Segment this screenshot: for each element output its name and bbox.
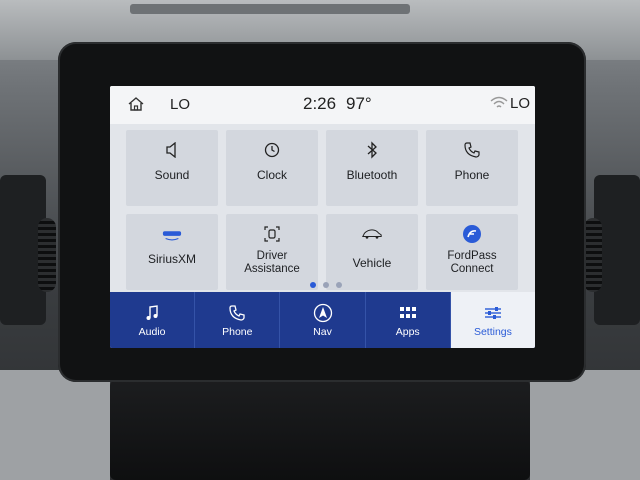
- tile-siriusxm[interactable]: SiriusXM: [126, 214, 218, 290]
- right-console-panel: [530, 370, 640, 480]
- clock-icon: [262, 140, 282, 160]
- speaker-icon: [162, 140, 182, 160]
- wifi-icon: [490, 96, 508, 110]
- infotainment-screen: LO 2:26 97° LO Sound Clock Bluetooth Pho…: [110, 86, 535, 348]
- grid-apps-icon: [398, 303, 418, 323]
- storage-tray: [110, 380, 530, 480]
- tile-label-line2: Assistance: [244, 263, 300, 275]
- tile-driver-assistance[interactable]: Driver Assistance: [226, 214, 318, 290]
- nav-label: Apps: [395, 325, 420, 338]
- nav-label: Settings: [473, 325, 512, 338]
- outside-temperature: 97°: [346, 94, 372, 113]
- nav-phone[interactable]: Phone: [195, 292, 281, 348]
- car-icon: [362, 224, 382, 244]
- fordpass-icon: [462, 224, 482, 244]
- tile-label: Clock: [256, 168, 287, 182]
- dashboard-slot: [130, 4, 410, 14]
- tile-bluetooth[interactable]: Bluetooth: [326, 130, 418, 206]
- status-bar: LO 2:26 97° LO: [110, 86, 535, 124]
- tile-label: Sound: [154, 168, 190, 182]
- page-dot-3[interactable]: [336, 282, 342, 288]
- tile-label-line2: Connect: [450, 263, 494, 275]
- nav-label: Nav: [313, 325, 332, 338]
- tile-label: Bluetooth: [346, 168, 398, 182]
- nav-apps[interactable]: Apps: [366, 292, 451, 348]
- phone-icon: [462, 140, 482, 160]
- tile-sound[interactable]: Sound: [126, 130, 218, 206]
- navigation-arrow-icon: [313, 303, 333, 323]
- left-vent-knob: [38, 218, 56, 292]
- tile-label: Phone: [454, 168, 490, 182]
- clock-time: 2:26: [303, 94, 337, 113]
- bluetooth-icon: [362, 140, 382, 160]
- right-vent-knob: [584, 218, 602, 292]
- tile-vehicle[interactable]: Vehicle: [326, 214, 418, 290]
- driver-assist-icon: [262, 224, 282, 244]
- bottom-nav-bar: Audio Phone Nav Apps Settings: [110, 292, 535, 348]
- nav-label: Phone: [222, 325, 253, 338]
- sliders-icon: [483, 303, 503, 323]
- nav-nav[interactable]: Nav: [280, 292, 366, 348]
- nav-label: Audio: [138, 325, 166, 338]
- right-climate-temp[interactable]: LO: [510, 95, 530, 112]
- page-indicator: [310, 282, 342, 288]
- tile-label-line1: Driver: [256, 250, 288, 262]
- tile-fordpass-connect[interactable]: FordPass Connect: [426, 214, 518, 290]
- left-console-panel: [0, 370, 110, 480]
- page-dot-2[interactable]: [323, 282, 329, 288]
- settings-grid: Sound Clock Bluetooth Phone SiriusXM Dri…: [126, 130, 535, 292]
- tile-label-line1: FordPass: [447, 250, 497, 262]
- tile-clock[interactable]: Clock: [226, 130, 318, 206]
- tile-label: Vehicle: [352, 256, 392, 270]
- nav-settings[interactable]: Settings: [450, 292, 535, 348]
- phone-icon: [227, 303, 247, 323]
- tile-phone[interactable]: Phone: [426, 130, 518, 206]
- siriusxm-icon: [162, 224, 182, 244]
- music-note-icon: [142, 303, 162, 323]
- nav-audio[interactable]: Audio: [110, 292, 196, 348]
- left-climate-temp[interactable]: LO: [170, 96, 190, 113]
- tile-label: SiriusXM: [147, 252, 196, 266]
- home-icon[interactable]: [128, 97, 144, 111]
- page-dot-1[interactable]: [310, 282, 316, 288]
